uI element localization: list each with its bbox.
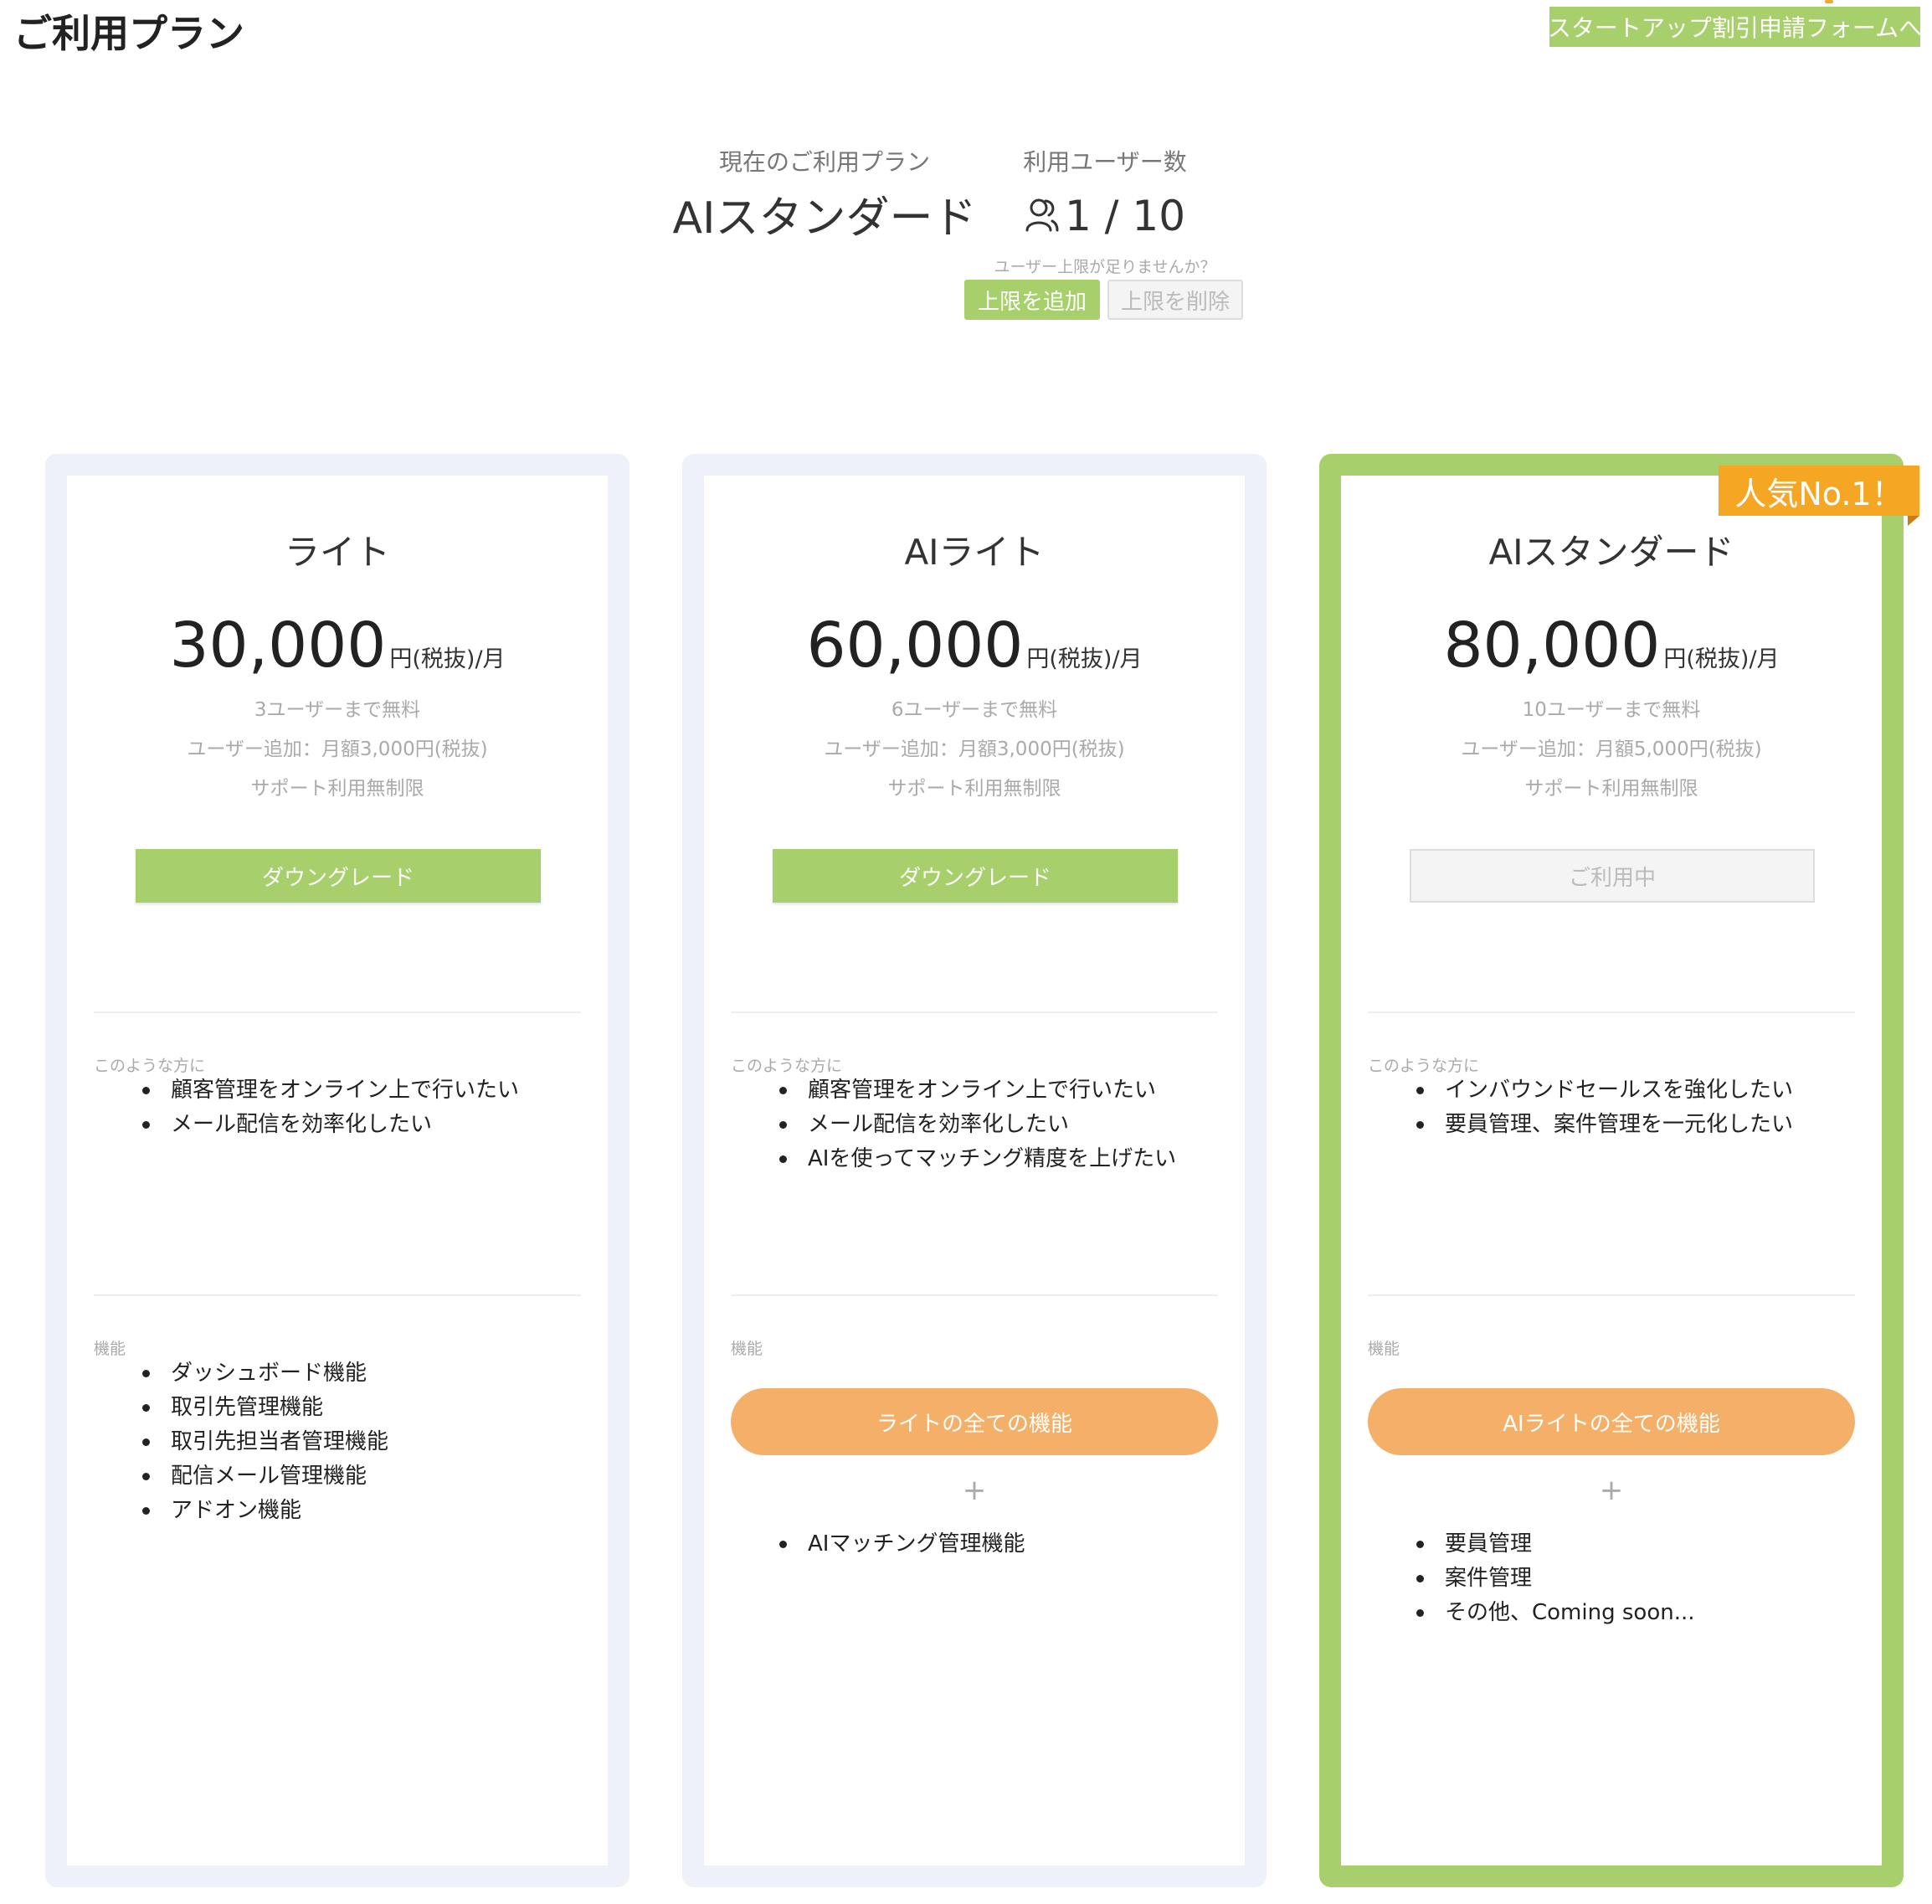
- plus-icon: +: [962, 1474, 987, 1507]
- plan-note: サポート利用無制限: [887, 778, 1061, 800]
- page-title: ご利用プラン: [13, 11, 244, 56]
- features-list: 要員管理 案件管理 その他、Coming soon...: [1416, 1527, 1865, 1630]
- remove-limit-button[interactable]: 上限を削除: [1107, 280, 1243, 320]
- plan-note: サポート利用無制限: [1524, 778, 1698, 800]
- divider: [731, 1011, 1218, 1013]
- startup-discount-link[interactable]: スタートアップ割引申請フォームへ: [1548, 7, 1922, 47]
- audience-label: このような方に: [1368, 1057, 1480, 1075]
- downgrade-button[interactable]: ダウングレード: [773, 849, 1178, 903]
- features-list: ダッシュボード機能 取引先管理機能 取引先担当者管理機能 配信メール管理機能 ア…: [142, 1356, 591, 1528]
- price-unit: 円(税抜)/月: [389, 646, 506, 672]
- user-count-label: 利用ユーザー数: [1023, 148, 1187, 176]
- divider: [731, 1294, 1218, 1296]
- user-count-value: 1 / 10: [1064, 192, 1186, 240]
- plan-note: サポート利用無制限: [250, 778, 424, 800]
- list-item: アドオン機能: [142, 1494, 591, 1528]
- plan-name: ライト: [284, 532, 390, 573]
- audience-list: インバウンドセールスを強化したい 要員管理、案件管理を一元化したい: [1416, 1073, 1865, 1142]
- accent-mark: [1825, 0, 1833, 3]
- plan-note: ユーザー追加：月額5,000円(税抜): [1461, 738, 1762, 760]
- audience-list: 顧客管理をオンライン上で行いたい メール配信を効率化したい: [142, 1073, 591, 1142]
- in-use-button[interactable]: ご利用中: [1410, 849, 1815, 903]
- plan-card-ai-lite: AIライト 60,000 円(税抜)/月 6ユーザーまで無料 ユーザー追加：月額…: [682, 454, 1267, 1887]
- list-item: 顧客管理をオンライン上で行いたい: [142, 1073, 591, 1108]
- list-item: 配信メール管理機能: [142, 1459, 591, 1494]
- audience-list: 顧客管理をオンライン上で行いたい メール配信を効率化したい AIを使ってマッチン…: [779, 1073, 1228, 1176]
- limit-hint: ユーザー上限が足りませんか？: [994, 258, 1216, 276]
- plan-price: 60,000 円(税抜)/月: [704, 610, 1245, 682]
- downgrade-button[interactable]: ダウングレード: [136, 849, 541, 903]
- audience-label: このような方に: [94, 1057, 206, 1075]
- list-item: 要員管理、案件管理を一元化したい: [1416, 1108, 1865, 1142]
- price-amount: 60,000: [806, 610, 1024, 682]
- price-unit: 円(税抜)/月: [1663, 646, 1780, 672]
- list-item: 取引先担当者管理機能: [142, 1425, 591, 1459]
- current-plan-label: 現在のご利用プラン: [718, 148, 930, 176]
- price-amount: 80,000: [1443, 610, 1661, 682]
- list-item: インバウンドセールスを強化したい: [1416, 1073, 1865, 1108]
- user-count: 1 / 10: [1005, 189, 1205, 243]
- divider: [1368, 1011, 1855, 1013]
- plan-card-body: AIライト 60,000 円(税抜)/月 6ユーザーまで無料 ユーザー追加：月額…: [704, 476, 1245, 1865]
- plan-card-body: ライト 30,000 円(税抜)/月 3ユーザーまで無料 ユーザー追加：月額3,…: [67, 476, 608, 1865]
- plan-note: ユーザー追加：月額3,000円(税抜): [187, 738, 488, 760]
- price-unit: 円(税抜)/月: [1026, 646, 1143, 672]
- add-limit-button[interactable]: 上限を追加: [964, 280, 1100, 320]
- plan-note: 10ユーザーまで無料: [1522, 699, 1701, 721]
- plan-card-ai-standard: AIスタンダード 80,000 円(税抜)/月 10ユーザーまで無料 ユーザー追…: [1319, 454, 1904, 1887]
- features-list: AIマッチング管理機能: [779, 1527, 1228, 1562]
- current-plan-name: AIスタンダード: [672, 193, 977, 244]
- plan-note: ユーザー追加：月額3,000円(税抜): [824, 738, 1125, 760]
- badge-fold: [1908, 516, 1919, 526]
- all-lite-features-pill[interactable]: ライトの全ての機能: [731, 1388, 1218, 1455]
- list-item: メール配信を効率化したい: [142, 1108, 591, 1142]
- plan-name: AIライト: [904, 532, 1045, 573]
- divider: [94, 1294, 581, 1296]
- plan-note: 3ユーザーまで無料: [254, 699, 421, 721]
- plan-card-body: AIスタンダード 80,000 円(税抜)/月 10ユーザーまで無料 ユーザー追…: [1341, 476, 1882, 1865]
- plan-note: 6ユーザーまで無料: [891, 699, 1058, 721]
- list-item: AIマッチング管理機能: [779, 1527, 1228, 1562]
- plan-name: AIスタンダード: [1488, 532, 1734, 573]
- user-icon: [1025, 198, 1059, 232]
- features-label: 機能: [94, 1340, 126, 1358]
- price-amount: 30,000: [169, 610, 387, 682]
- popular-badge: 人気No.1！: [1719, 466, 1919, 516]
- list-item: 顧客管理をオンライン上で行いたい: [779, 1073, 1228, 1108]
- audience-label: このような方に: [731, 1057, 843, 1075]
- list-item: 取引先管理機能: [142, 1391, 591, 1425]
- plan-page: ご利用プラン スタートアップ割引申請フォームへ 現在のご利用プラン AIスタンダ…: [0, 0, 1932, 1904]
- list-item: 要員管理: [1416, 1527, 1865, 1562]
- list-item: その他、Coming soon...: [1416, 1596, 1865, 1630]
- list-item: メール配信を効率化したい: [779, 1108, 1228, 1142]
- list-item: AIを使ってマッチング精度を上げたい: [779, 1142, 1228, 1176]
- plan-price: 80,000 円(税抜)/月: [1341, 610, 1882, 682]
- divider: [94, 1011, 581, 1013]
- plan-card-lite: ライト 30,000 円(税抜)/月 3ユーザーまで無料 ユーザー追加：月額3,…: [45, 454, 629, 1887]
- list-item: 案件管理: [1416, 1562, 1865, 1596]
- all-ai-lite-features-pill[interactable]: AIライトの全ての機能: [1368, 1388, 1855, 1455]
- list-item: ダッシュボード機能: [142, 1356, 591, 1391]
- plan-price: 30,000 円(税抜)/月: [67, 610, 608, 682]
- features-label: 機能: [1368, 1340, 1400, 1358]
- features-label: 機能: [731, 1340, 763, 1358]
- plus-icon: +: [1599, 1474, 1624, 1507]
- divider: [1368, 1294, 1855, 1296]
